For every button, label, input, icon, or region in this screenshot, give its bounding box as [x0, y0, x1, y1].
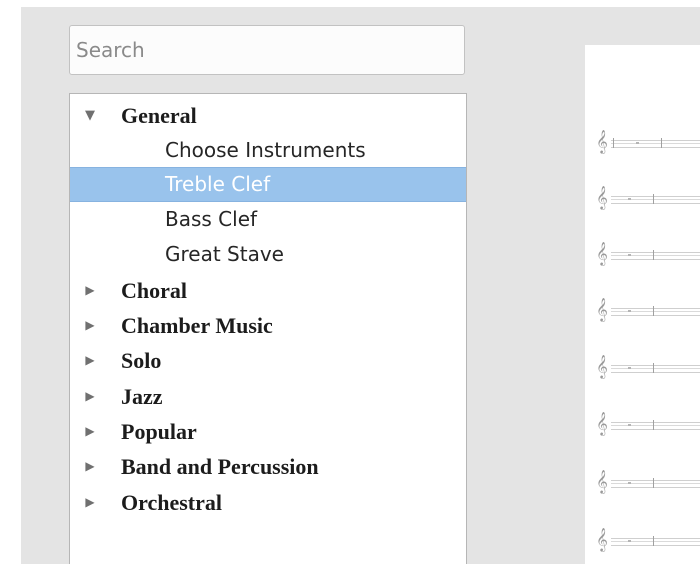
barline [613, 138, 614, 148]
tree-category-label: General [121, 103, 197, 128]
template-tree[interactable]: ▼ General Choose Instruments Treble Clef… [69, 93, 467, 564]
barline [653, 194, 654, 204]
tree-item-label: Treble Clef [165, 172, 271, 196]
treble-clef-icon: 𝄞 [596, 129, 608, 153]
staff-lines [611, 422, 700, 430]
search-input[interactable] [69, 25, 465, 75]
tree-category-label: Choral [121, 278, 187, 303]
tree-category-popular[interactable]: ▶ Popular [70, 414, 466, 449]
treble-clef-icon: 𝄞 [596, 469, 608, 493]
staff-lines [611, 252, 700, 260]
rest-mark [628, 540, 631, 542]
triangle-right-icon[interactable]: ▶ [83, 449, 97, 484]
tree-category-label: Chamber Music [121, 313, 273, 338]
staff-lines [611, 480, 700, 488]
staff-preview: 𝄞 [593, 297, 700, 321]
barline [653, 306, 654, 316]
tree-item-label: Choose Instruments [165, 138, 366, 162]
barline [653, 250, 654, 260]
staff-preview: 𝄞 [593, 469, 700, 493]
barline [653, 536, 654, 546]
tree-category-label: Jazz [121, 384, 163, 409]
treble-clef-icon: 𝄞 [596, 297, 608, 321]
staff-line [611, 541, 700, 542]
tree-item-label: Great Stave [165, 242, 284, 266]
rest-mark [628, 482, 631, 484]
tree-category-choral[interactable]: ▶ Choral [70, 273, 466, 308]
score-preview: 𝄞 𝄞 𝄞 𝄞 𝄞 𝄞 𝄞 𝄞 [585, 45, 700, 564]
staff-lines [611, 196, 700, 204]
barline [661, 138, 662, 148]
tree-category-jazz[interactable]: ▶ Jazz [70, 379, 466, 414]
triangle-down-icon[interactable]: ▼ [83, 98, 97, 133]
barline [653, 478, 654, 488]
barline [653, 420, 654, 430]
staff-line [611, 311, 700, 312]
staff-lines [611, 140, 700, 148]
staff-lines [611, 365, 700, 373]
rest-mark [628, 198, 631, 200]
tree-category-band-and-percussion[interactable]: ▶ Band and Percussion [70, 449, 466, 484]
treble-clef-icon: 𝄞 [596, 185, 608, 209]
staff-lines [611, 538, 700, 546]
triangle-right-icon[interactable]: ▶ [83, 308, 97, 343]
triangle-right-icon[interactable]: ▶ [83, 414, 97, 449]
staff-preview: 𝄞 [593, 527, 700, 551]
tree-category-general[interactable]: ▼ General [70, 98, 466, 133]
staff-lines [611, 308, 700, 316]
barline [653, 363, 654, 373]
tree-item-treble-clef[interactable]: Treble Clef [70, 167, 466, 202]
staff-line [611, 368, 700, 369]
tree-item-bass-clef[interactable]: Bass Clef [70, 202, 466, 237]
rest-mark [628, 310, 631, 312]
staff-preview: 𝄞 [593, 185, 700, 209]
template-chooser-window: ▼ General Choose Instruments Treble Clef… [21, 7, 700, 564]
tree-item-choose-instruments[interactable]: Choose Instruments [70, 133, 466, 168]
rest-mark [628, 254, 631, 256]
tree-item-label: Bass Clef [165, 207, 258, 231]
treble-clef-icon: 𝄞 [596, 354, 608, 378]
treble-clef-icon: 𝄞 [596, 241, 608, 265]
tree-item-great-stave[interactable]: Great Stave [70, 237, 466, 272]
staff-preview: 𝄞 [593, 354, 700, 378]
staff-preview: 𝄞 [593, 411, 700, 435]
triangle-right-icon[interactable]: ▶ [83, 379, 97, 414]
staff-line [611, 255, 700, 256]
staff-preview: 𝄞 [593, 129, 700, 153]
tree-category-orchestral[interactable]: ▶ Orchestral [70, 485, 466, 520]
tree-category-label: Orchestral [121, 490, 223, 515]
tree-category-chamber-music[interactable]: ▶ Chamber Music [70, 308, 466, 343]
rest-mark [628, 367, 631, 369]
triangle-right-icon[interactable]: ▶ [83, 343, 97, 378]
tree-category-solo[interactable]: ▶ Solo [70, 343, 466, 378]
tree-category-label: Solo [121, 348, 162, 373]
triangle-right-icon[interactable]: ▶ [83, 273, 97, 308]
triangle-right-icon[interactable]: ▶ [83, 485, 97, 520]
rest-mark [628, 424, 631, 426]
treble-clef-icon: 𝄞 [596, 411, 608, 435]
rest-mark [636, 142, 639, 144]
staff-line [611, 143, 700, 144]
tree-category-label: Popular [121, 419, 197, 444]
staff-line [611, 425, 700, 426]
staff-line [611, 483, 700, 484]
staff-preview: 𝄞 [593, 241, 700, 265]
staff-line [611, 199, 700, 200]
tree-category-label: Band and Percussion [121, 454, 319, 479]
treble-clef-icon: 𝄞 [596, 527, 608, 551]
